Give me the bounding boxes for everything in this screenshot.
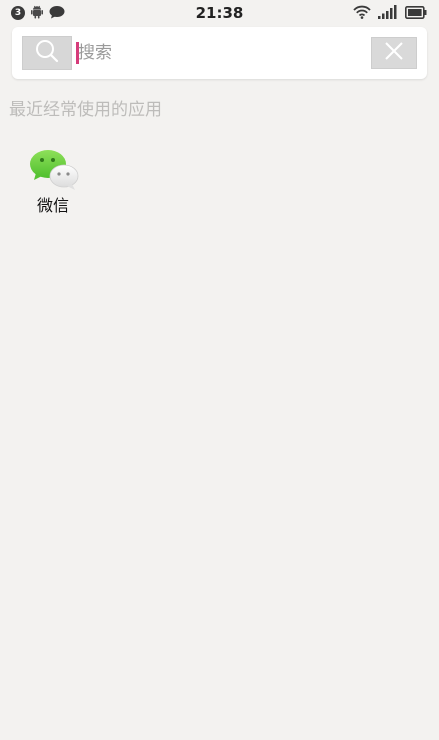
recent-apps-heading: 最近经常使用的应用 (9, 100, 162, 120)
wechat-icon (28, 147, 80, 193)
status-bar: 3 21:38 (0, 0, 439, 26)
app-item-wechat[interactable]: 微信 (22, 143, 84, 221)
status-right (353, 4, 427, 23)
app-label-wechat: 微信 (36, 196, 69, 215)
search-input[interactable] (78, 37, 362, 69)
close-icon (383, 40, 405, 66)
wifi-icon (353, 4, 371, 23)
search-button[interactable] (22, 36, 72, 70)
clear-button[interactable] (371, 37, 417, 69)
search-bar (12, 27, 427, 79)
signal-icon (378, 4, 398, 23)
search-icon (34, 38, 60, 68)
battery-icon (405, 4, 427, 23)
